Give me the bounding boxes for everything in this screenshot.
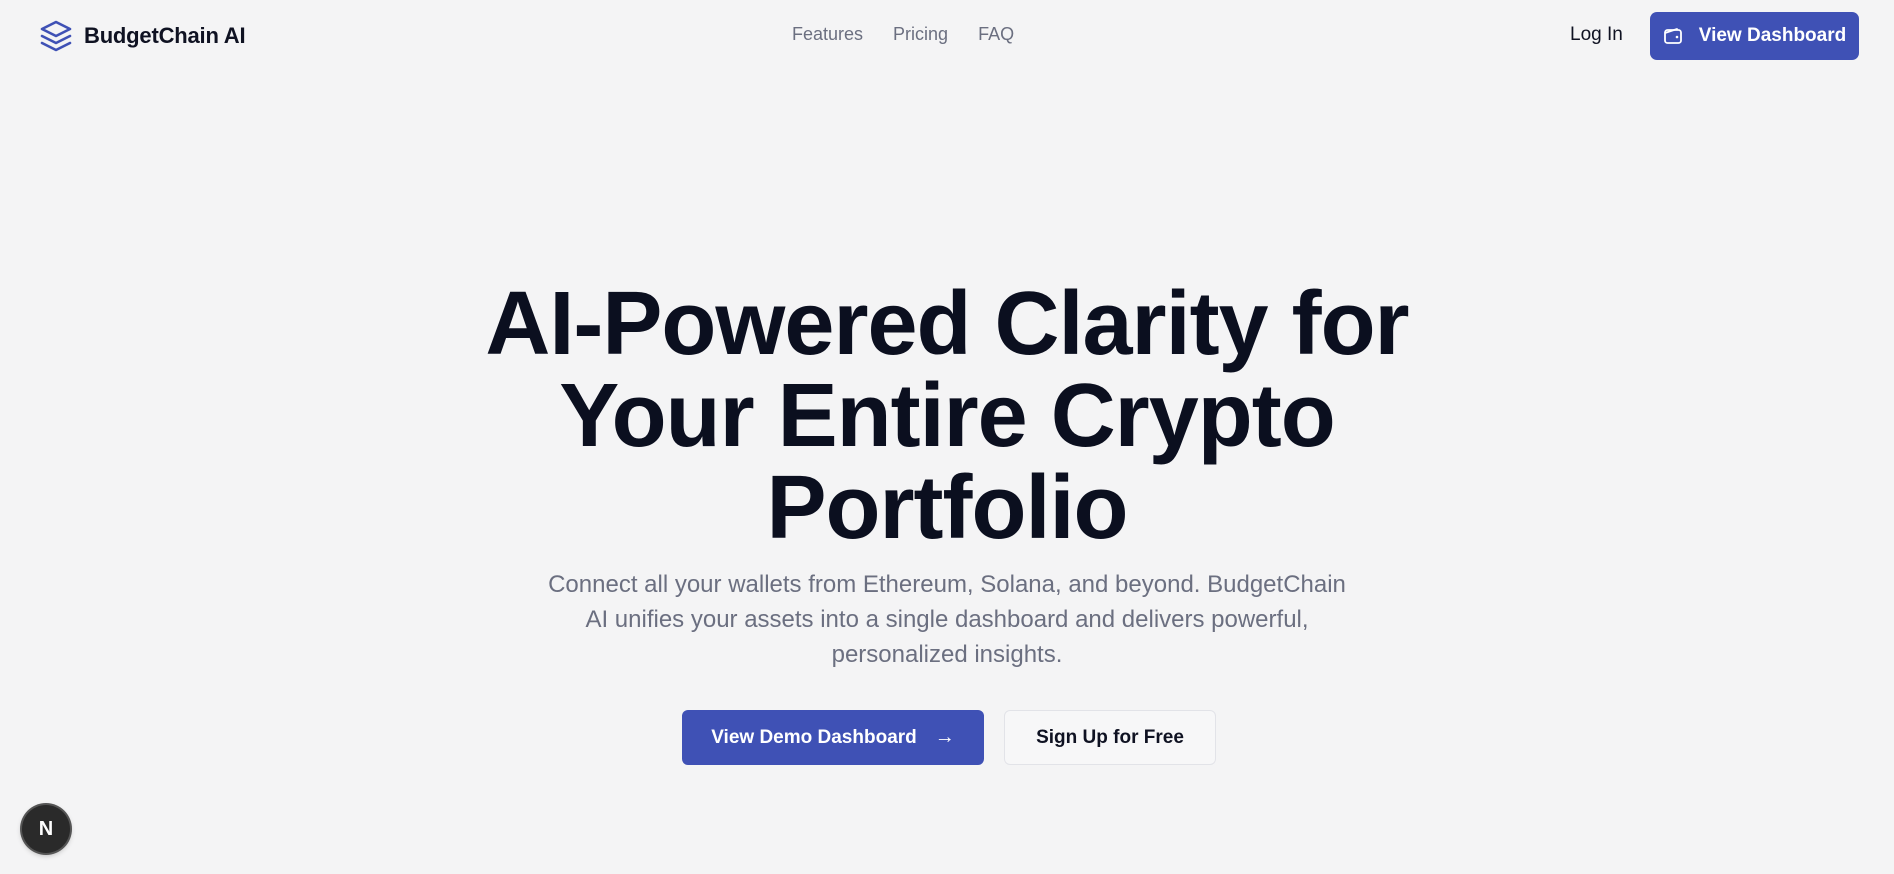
view-demo-dashboard-button[interactable]: View Demo Dashboard → [682, 710, 984, 765]
view-dashboard-label: View Dashboard [1698, 25, 1847, 46]
view-demo-dashboard-label: View Demo Dashboard [711, 726, 917, 748]
arrow-right-icon: → [934, 726, 955, 748]
hero-subtitle-line: Connect all your wallets from Ethereum, … [548, 571, 1346, 598]
hero-subtitle: Connect all your wallets from Ethereum, … [530, 567, 1364, 672]
sign-up-button[interactable]: Sign Up for Free [1004, 710, 1216, 765]
site-header: BudgetChain AI Features Pricing FAQ Log … [0, 0, 1894, 74]
nextjs-icon: N [38, 817, 54, 840]
landing-page: BudgetChain AI Features Pricing FAQ Log … [0, 0, 1894, 874]
hero-title: AI-Powered Clarity for Your Entire Crypt… [0, 278, 1894, 554]
brand-name: BudgetChain AI [84, 23, 246, 48]
hero-title-line: Your Entire Crypto [559, 366, 1335, 466]
nav-link-features[interactable]: Features [792, 24, 863, 45]
nav-link-pricing[interactable]: Pricing [893, 24, 948, 45]
brand-logo-link[interactable]: BudgetChain AI [38, 18, 246, 54]
login-link[interactable]: Log In [1570, 24, 1623, 46]
hero-subtitle-line: personalized insights. [831, 641, 1063, 668]
nextjs-dev-badge[interactable]: N [22, 805, 70, 853]
hero-title-line: Portfolio [766, 458, 1129, 558]
nav-link-faq[interactable]: FAQ [978, 24, 1014, 45]
view-dashboard-button[interactable]: View Dashboard [1650, 12, 1859, 60]
main-nav: Features Pricing FAQ [792, 24, 1014, 45]
wallet-icon [1663, 26, 1683, 46]
hero-title-line: AI-Powered Clarity for [485, 274, 1409, 374]
layers-icon [38, 18, 74, 54]
cta-row: View Demo Dashboard → Sign Up for Free [682, 710, 1216, 765]
hero-subtitle-line: AI unifies your assets into a single das… [585, 606, 1309, 633]
